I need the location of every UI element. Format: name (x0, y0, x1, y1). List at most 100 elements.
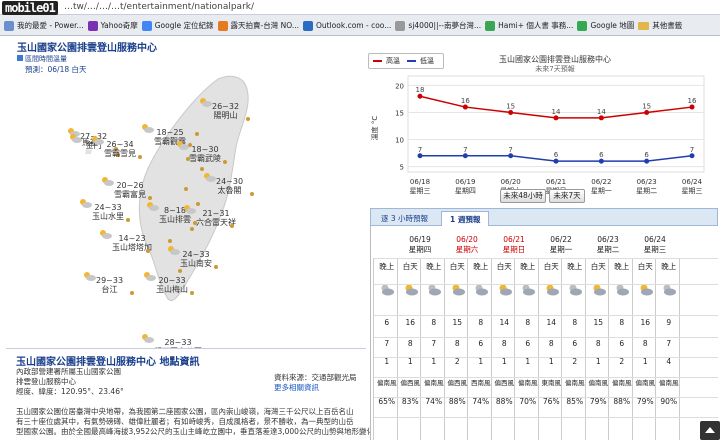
table-cell: 8 (572, 318, 578, 327)
bookmark-label[interactable]: Hami+ 個人書 事務... (498, 20, 573, 31)
station-pin[interactable] (126, 218, 130, 222)
data-label: 6 (554, 151, 559, 159)
station-label[interactable]: 26~34 雪霸雪見 (104, 140, 136, 158)
legend-low-label: 低溫 (420, 57, 434, 65)
weather-icon (379, 283, 395, 299)
table-cell: 8 (525, 318, 531, 327)
station-label[interactable]: 20~33 玉山梅山 (156, 276, 188, 294)
table-cell: 4 (666, 357, 672, 366)
table-divider (537, 258, 539, 440)
weather-icon (638, 283, 654, 299)
table-divider (396, 258, 398, 440)
table-cell: 15 (593, 318, 604, 327)
station-pin[interactable] (214, 265, 218, 269)
url-text[interactable]: …tw/…/…/…t/entertainment/nationalpark/ (64, 2, 254, 12)
table-divider (584, 258, 586, 440)
station-label[interactable]: 18~30 雪霸武陵 (189, 145, 221, 163)
table-cell: 8 (478, 318, 484, 327)
bookmark-label[interactable]: 我的最愛 - Power... (17, 20, 84, 31)
bookmark-label[interactable]: 其他書籤 (652, 20, 682, 31)
station-pin[interactable] (190, 291, 194, 295)
bookmark-item[interactable]: Yahoo奇摩 (87, 20, 138, 31)
data-label: 7 (508, 146, 512, 154)
bookmark-label[interactable]: Yahoo奇摩 (101, 20, 138, 31)
address-bar[interactable]: …tw/…/…/…t/entertainment/nationalpark/ (0, 0, 720, 15)
station-pin[interactable] (146, 249, 150, 253)
bookmark-item[interactable]: Google 地圖 (577, 20, 634, 31)
station-label[interactable]: 24~30 太魯閣 (216, 177, 243, 195)
x-tick-weekday: 星期一 (591, 187, 612, 195)
station-temp: 26~34 (106, 140, 134, 149)
table-divider (678, 258, 680, 440)
x-tick-date: 06/18 (410, 178, 430, 186)
station-label[interactable]: 24~33 玉山水里 (92, 203, 124, 221)
station-pin[interactable] (250, 192, 254, 196)
bookmark-item[interactable]: 露天拍賣-台灣 NO... (217, 20, 299, 31)
y-tick-label: 15 (395, 109, 404, 117)
browser-chrome: …tw/…/…/…t/entertainment/nationalpark/ m… (0, 0, 720, 36)
table-cell: 16 (405, 318, 416, 327)
next-7days-button[interactable]: 未來7天 (549, 189, 585, 203)
table-cell: 2 (454, 357, 460, 366)
table-divider (490, 258, 492, 440)
bookmark-label[interactable]: Google 地圖 (590, 20, 634, 31)
station-temp: 18~25 (156, 128, 184, 137)
station-name: 雪霸雪見 (104, 149, 136, 158)
weather-icon (661, 283, 677, 299)
weather-icon (403, 283, 419, 299)
table-row-divider (374, 397, 718, 398)
station-label[interactable]: 24~33 玉山南安 (180, 250, 212, 268)
table-cell: 偏西風 (494, 379, 515, 387)
bookmark-item[interactable]: 我的最愛 - Power... (4, 20, 84, 31)
x-tick-date: 06/20 (501, 178, 521, 186)
station-label[interactable]: 20~26 雪霸富見 (114, 181, 146, 199)
info-desc-3: 型國家公園。由於全國最高峰海拔3,952公尺的玉山主峰屹立園中，垂直落差達3,0… (16, 427, 427, 436)
info-coords: 經度、緯度：120.95°、23.46° (16, 387, 124, 396)
table-cell: 83% (401, 397, 419, 406)
table-cell: 14 (499, 318, 510, 327)
bookmark-item[interactable]: Hami+ 個人書 事務... (485, 20, 573, 31)
table-cell: 14 (546, 318, 557, 327)
bookmark-label[interactable]: sj4000||--南夢台灣... (408, 20, 481, 31)
bookmark-item[interactable]: 其他書籤 (638, 20, 682, 31)
station-pin[interactable] (223, 160, 227, 164)
data-label: 15 (642, 102, 651, 110)
favicon-icon (141, 20, 152, 31)
station-label[interactable]: 29~33 台江 (96, 276, 123, 294)
tab-3-hour[interactable]: 逐 3 小時預報 (373, 211, 436, 226)
bookmark-label[interactable]: Google 定位紀錄 (155, 20, 214, 31)
station-pin[interactable] (230, 224, 234, 228)
x-tick-weekday: 星期三 (682, 187, 703, 195)
station-label[interactable]: 26~32 陽明山 (212, 102, 239, 120)
more-info-link[interactable]: 更多相關資訊 (274, 383, 319, 393)
partly-cloudy-icon (90, 135, 104, 145)
data-point (598, 115, 604, 121)
station-pin[interactable] (130, 291, 134, 295)
station-pin[interactable] (246, 117, 250, 121)
location-info-box: 玉山國家公園排雲登山服務中心 地點資訊 內政部營建署所屬玉山國家公園 排雲登山服… (6, 348, 426, 440)
next-48h-button[interactable]: 未來48小時 (500, 189, 546, 203)
station-temp: 29~33 (96, 276, 124, 285)
station-pin[interactable] (138, 155, 142, 159)
bookmark-label[interactable]: 露天拍賣-台灣 NO... (231, 20, 299, 31)
table-divider (655, 258, 656, 440)
bookmark-item[interactable]: Outlook.com - coo... (303, 20, 391, 31)
bookmark-item[interactable]: sj4000||--南夢台灣... (395, 20, 481, 31)
station-pin[interactable] (148, 196, 152, 200)
table-cell: 6 (572, 339, 578, 348)
week-mode-link[interactable]: 區間時間溫量 (17, 54, 67, 64)
tab-week[interactable]: 1 週預報 (441, 211, 490, 226)
data-point (417, 93, 423, 99)
week-mode-label[interactable]: 區間時間溫量 (25, 55, 67, 63)
bookmark-label[interactable]: Outlook.com - coo... (316, 21, 391, 30)
column-label: 白天 (590, 262, 606, 271)
x-tick-date: 06/23 (637, 178, 657, 186)
station-name: 台江 (101, 285, 118, 294)
table-cell: 74% (425, 397, 443, 406)
chart-legend: 高溫 低溫 (368, 53, 444, 69)
table-cell: 偏南風 (612, 379, 632, 387)
table-cell: 76% (542, 397, 560, 406)
scroll-top-button[interactable] (700, 421, 720, 440)
bookmark-item[interactable]: Google 定位紀錄 (141, 20, 214, 31)
favicon-icon (577, 20, 588, 31)
